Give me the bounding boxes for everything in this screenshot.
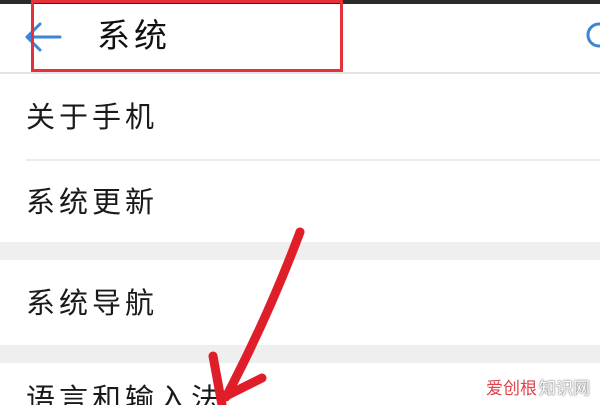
settings-item-label: 系统更新 — [26, 185, 159, 219]
group-separator — [0, 345, 600, 363]
group-separator — [0, 242, 600, 260]
search-icon — [586, 22, 600, 48]
search-button[interactable] — [582, 18, 600, 52]
settings-item-system-navigation[interactable]: 系统导航 — [0, 260, 600, 345]
settings-item-system-update[interactable]: 系统更新 — [0, 161, 600, 242]
watermark: 爱创根 知识网 — [486, 374, 590, 399]
watermark-suffix: 知识网 — [539, 379, 590, 399]
watermark-brand: 爱创根 — [486, 379, 537, 399]
settings-item-label: 系统导航 — [26, 286, 159, 320]
settings-item-about-phone[interactable]: 关于手机 — [0, 74, 600, 160]
settings-item-label: 语言和输入法 — [26, 382, 225, 405]
settings-item-label: 关于手机 — [26, 100, 159, 134]
annotation-highlight-box — [31, 0, 343, 72]
